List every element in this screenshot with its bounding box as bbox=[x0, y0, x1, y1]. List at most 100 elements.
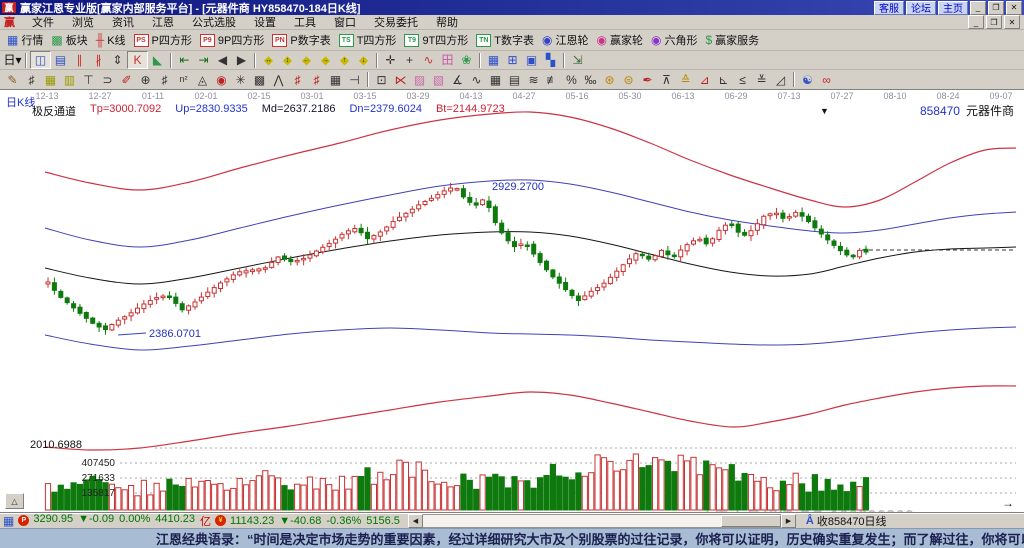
gann-grid2-button[interactable]: ▥ bbox=[60, 72, 79, 88]
red-fence2-button[interactable]: ♯ bbox=[307, 72, 326, 88]
lt-tool-button[interactable]: ≤ bbox=[733, 72, 752, 88]
t-square-button[interactable]: TS T四方形 bbox=[335, 31, 401, 49]
gann-flower-button[interactable]: ❀ bbox=[457, 52, 476, 68]
menu-item-tools[interactable]: 工具 bbox=[285, 14, 325, 30]
time-ruler-button[interactable]: ♯ bbox=[22, 72, 41, 88]
h-measure-button[interactable]: ⊣ bbox=[345, 72, 364, 88]
net-grid-button[interactable]: ▦ bbox=[486, 72, 505, 88]
period-day-dropdown[interactable]: 日▾ bbox=[3, 52, 22, 68]
red-fence-button[interactable]: ♯ bbox=[288, 72, 307, 88]
calendar-button[interactable]: ▦ bbox=[484, 52, 503, 68]
scrollbar-thumb[interactable] bbox=[720, 514, 781, 527]
permille-button[interactable]: ‰ bbox=[581, 72, 600, 88]
winner-service-button[interactable]: $ 赢家服务 bbox=[701, 31, 763, 49]
p-number-button[interactable]: PN P数字表 bbox=[268, 31, 334, 49]
zoom-h-diamond-button[interactable]: ◆ ↔ bbox=[259, 52, 278, 68]
dense-grid-button[interactable]: ♯ bbox=[155, 72, 174, 88]
red-pen-button[interactable]: ✐ bbox=[117, 72, 136, 88]
scrollbar-right-button[interactable]: ▶ bbox=[780, 513, 796, 528]
menu-item-news[interactable]: 资讯 bbox=[103, 14, 143, 30]
gann-wheel-button[interactable]: ◉ 江恩轮 bbox=[538, 31, 592, 49]
n-square-button[interactable]: n² bbox=[174, 72, 193, 88]
first-page-button[interactable]: ⇤ bbox=[175, 52, 194, 68]
close-button[interactable]: ✕ bbox=[1006, 0, 1022, 15]
fan-lines-button[interactable]: ⋉ bbox=[391, 72, 410, 88]
angle-tool-button[interactable]: ∡ bbox=[448, 72, 467, 88]
horizontal-scrollbar[interactable]: ◀ ▶ bbox=[407, 513, 796, 528]
shanghai-index-icon[interactable]: P bbox=[18, 515, 30, 526]
child-restore-button[interactable]: ❐ bbox=[986, 15, 1002, 29]
menu-item-help[interactable]: 帮助 bbox=[427, 14, 467, 30]
star-tool-button[interactable]: ✳ bbox=[231, 72, 250, 88]
color-flag-button[interactable]: ◣ bbox=[148, 52, 167, 68]
kline-button[interactable]: ╫ K线 bbox=[92, 31, 130, 49]
candle-large-button[interactable]: ∦ bbox=[89, 52, 108, 68]
table-grid-button[interactable]: ▤ bbox=[505, 72, 524, 88]
shift-right-diamond-button[interactable]: ◆ → bbox=[316, 52, 335, 68]
zoom-v-diamond-button[interactable]: ◆ ↕ bbox=[278, 52, 297, 68]
red-angle-button[interactable]: ⊿ bbox=[695, 72, 714, 88]
menu-item-window[interactable]: 窗口 bbox=[325, 14, 365, 30]
pink-grid-button[interactable]: ▨ bbox=[410, 72, 429, 88]
wave-tool-button[interactable]: ∿ bbox=[467, 72, 486, 88]
save-button[interactable]: ▚ bbox=[541, 52, 560, 68]
menu-item-settings[interactable]: 设置 bbox=[245, 14, 285, 30]
gann-grid-button[interactable]: ▦ bbox=[41, 72, 60, 88]
mini-window-button[interactable]: 田 bbox=[438, 52, 457, 68]
candle-small-button[interactable]: ∥ bbox=[70, 52, 89, 68]
winner-wheel-button[interactable]: ◉ 赢家轮 bbox=[593, 31, 647, 49]
export-data-button[interactable]: ⇲ bbox=[568, 52, 587, 68]
infinity-button[interactable]: ∞ bbox=[817, 72, 836, 88]
hexagon-button[interactable]: ◉ 六角形 bbox=[647, 31, 701, 49]
gold-ring-button[interactable]: ⊜ bbox=[619, 72, 638, 88]
notebook-button[interactable]: ▣ bbox=[522, 52, 541, 68]
tri-tool-button[interactable]: ◿ bbox=[771, 72, 790, 88]
kline-style-button[interactable]: K bbox=[127, 51, 148, 69]
shift-up-diamond-button[interactable]: ◆ ↑ bbox=[335, 52, 354, 68]
t-number-button[interactable]: TN T数字表 bbox=[472, 31, 538, 49]
quotes-button[interactable]: ▦ 行情 bbox=[3, 31, 47, 49]
calculator-button[interactable]: ⊞ bbox=[503, 52, 522, 68]
gold-angle-button[interactable]: ≙ bbox=[676, 72, 695, 88]
eq-tool-button[interactable]: ≚ bbox=[752, 72, 771, 88]
big-grid-button[interactable]: ▦ bbox=[326, 72, 345, 88]
gold-circle-button[interactable]: ⊛ bbox=[600, 72, 619, 88]
chat-user-icon[interactable]: Å bbox=[806, 515, 814, 527]
scale-button[interactable]: ⇕ bbox=[108, 52, 127, 68]
price-ruler-button[interactable]: ⊤ bbox=[79, 72, 98, 88]
shenzhen-index-icon[interactable]: ¥ bbox=[215, 515, 227, 526]
next-bar-button[interactable]: ▶ bbox=[232, 52, 251, 68]
cycle-tool-button[interactable]: ⊃ bbox=[98, 72, 117, 88]
arc-angle-button[interactable]: ⊾ bbox=[714, 72, 733, 88]
ink-pen-button[interactable]: ✒ bbox=[638, 72, 657, 88]
scrollbar-track[interactable] bbox=[422, 513, 781, 528]
menu-item-trade[interactable]: 交易委托 bbox=[365, 14, 427, 30]
quote-grid-icon[interactable]: ▦ bbox=[3, 514, 14, 528]
last-page-button[interactable]: ⇥ bbox=[194, 52, 213, 68]
info-panel-button[interactable]: ▤ bbox=[51, 52, 70, 68]
volume-pane-toggle-button[interactable]: △ bbox=[5, 493, 24, 509]
minimize-button[interactable]: _ bbox=[970, 0, 986, 15]
zigzag-button[interactable]: ⋀ bbox=[269, 72, 288, 88]
titlebar-link-forum[interactable]: 论坛 bbox=[906, 0, 936, 15]
draw-pen-button[interactable]: ✎ bbox=[3, 72, 22, 88]
p9-square-button[interactable]: P9 9P四方形 bbox=[196, 31, 268, 49]
add-point-button[interactable]: + bbox=[400, 52, 419, 68]
pink-grid2-button[interactable]: ▧ bbox=[429, 72, 448, 88]
sectors-button[interactable]: ▩ 板块 bbox=[47, 31, 91, 49]
funnel-button[interactable]: ⊼ bbox=[657, 72, 676, 88]
menu-item-formula-stock-pick[interactable]: 公式选股 bbox=[183, 14, 245, 30]
scroll-right-arrow[interactable]: → bbox=[1002, 496, 1014, 510]
child-close-button[interactable]: ✕ bbox=[1004, 15, 1020, 29]
kline-chart[interactable]: 2929.2700 2386.0701 2010.6988407450 271633 1… bbox=[0, 90, 1024, 512]
titlebar-link-service[interactable]: 客服 bbox=[874, 0, 904, 15]
trend-mark-button[interactable]: ∿ bbox=[419, 52, 438, 68]
menu-item-file[interactable]: 文件 bbox=[23, 14, 63, 30]
multi-wave-button[interactable]: ≋ bbox=[524, 72, 543, 88]
pan-hand-button[interactable]: ✛ bbox=[381, 52, 400, 68]
child-minimize-button[interactable]: _ bbox=[968, 15, 984, 29]
t9-square-button[interactable]: T9 9T四方形 bbox=[400, 31, 472, 49]
menu-item-gann[interactable]: 江恩 bbox=[143, 14, 183, 30]
angle-ruler-button[interactable]: ◬ bbox=[193, 72, 212, 88]
compass-button[interactable]: ◉ bbox=[212, 72, 231, 88]
